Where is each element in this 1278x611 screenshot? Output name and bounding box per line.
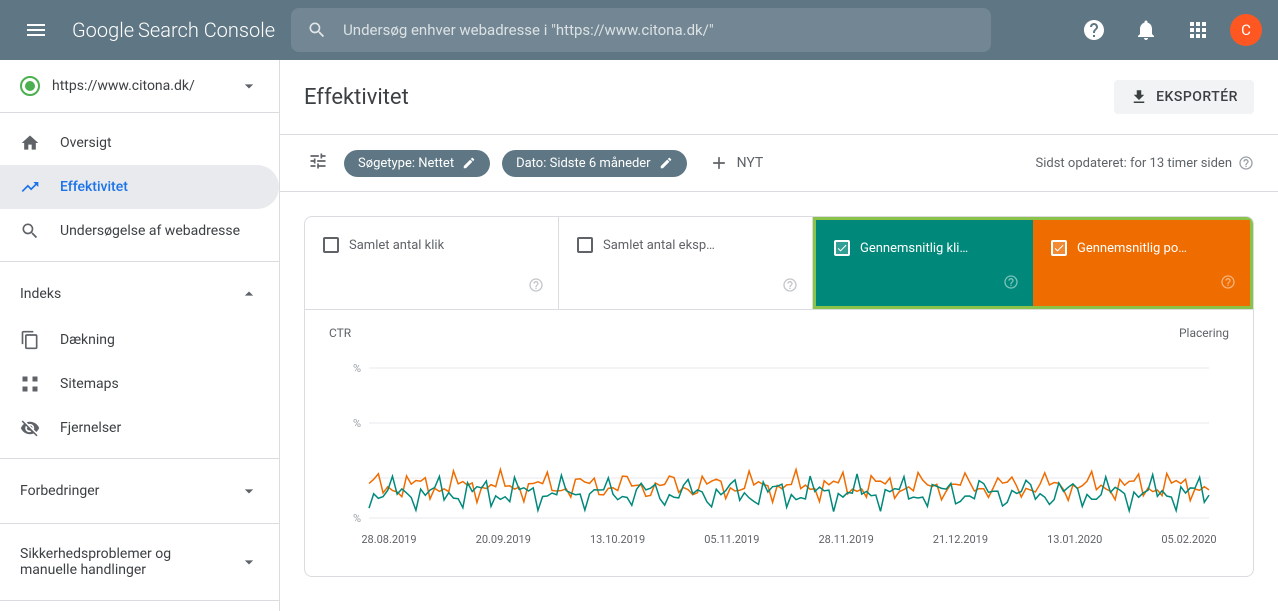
sidebar: https://www.citona.dk/ Oversigt Effektiv… xyxy=(0,60,280,611)
chart-left-axis-label: CTR xyxy=(329,326,351,340)
add-filter-button[interactable]: NYT xyxy=(699,147,774,179)
sidebar-section-index[interactable]: Indeks xyxy=(0,270,279,318)
main-content: Effektivitet EKSPORTÉR Søgetype: Nettet … xyxy=(280,60,1278,611)
metric-tab-position[interactable]: Gennemsnitlig po… xyxy=(1033,220,1250,306)
svg-text:13.10.2019: 13.10.2019 xyxy=(590,533,645,546)
hamburger-menu-icon[interactable] xyxy=(16,10,56,50)
help-outline-icon[interactable] xyxy=(1003,274,1019,294)
section-label: Indeks xyxy=(20,286,61,302)
chip-label: Søgetype: Nettet xyxy=(358,156,454,171)
trending-icon xyxy=(20,177,40,197)
export-label: EKSPORTÉR xyxy=(1156,89,1238,105)
search-icon xyxy=(20,221,40,241)
apps-icon[interactable] xyxy=(1178,10,1218,50)
download-icon xyxy=(1130,88,1148,106)
section-label: Sikkerhedsproblemer og manuelle handling… xyxy=(20,546,220,578)
nav-label: Effektivitet xyxy=(60,179,128,195)
highlighted-metrics: Gennemsnitlig kli… Gennemsnitlig po… xyxy=(813,217,1253,309)
performance-chart[interactable]: % % % 28.08.2019 20.09.2019 13.10.2019 05.1… xyxy=(329,348,1229,548)
sidebar-item-url-inspection[interactable]: Undersøgelse af webadresse xyxy=(0,209,279,253)
updated-label: Sidst opdateret: for 13 timer siden xyxy=(1036,156,1232,171)
topbar: Google Search Console C xyxy=(0,0,1278,60)
last-updated: Sidst opdateret: for 13 timer siden xyxy=(1036,155,1254,171)
nav-label: Oversigt xyxy=(60,135,112,151)
topbar-actions: C xyxy=(1074,10,1262,50)
visibility-off-icon xyxy=(20,418,40,438)
help-outline-icon[interactable] xyxy=(782,277,798,297)
chart-right-axis-label: Placering xyxy=(1179,326,1229,340)
main-header: Effektivitet EKSPORTÉR xyxy=(280,60,1278,135)
sidebar-item-overview[interactable]: Oversigt xyxy=(0,121,279,165)
property-favicon xyxy=(20,76,40,96)
property-url: https://www.citona.dk/ xyxy=(52,78,227,94)
chevron-down-icon xyxy=(239,76,259,96)
search-box[interactable] xyxy=(291,8,991,52)
sidebar-section-enhancements[interactable]: Forbedringer xyxy=(0,467,279,515)
filters-row: Søgetype: Nettet Dato: Sidste 6 måneder … xyxy=(280,135,1278,192)
notifications-icon[interactable] xyxy=(1126,10,1166,50)
sidebar-item-sitemaps[interactable]: Sitemaps xyxy=(0,362,279,406)
avatar[interactable]: C xyxy=(1230,14,1262,46)
svg-text:21.12.2019: 21.12.2019 xyxy=(933,533,988,546)
nav-label: Dækning xyxy=(60,332,115,348)
svg-text:05.11.2019: 05.11.2019 xyxy=(704,533,759,546)
product-logo: Google Search Console xyxy=(72,18,275,42)
property-selector[interactable]: https://www.citona.dk/ xyxy=(0,60,279,113)
filter-icon[interactable] xyxy=(304,147,332,179)
metric-tab-impressions[interactable]: Samlet antal eksp… xyxy=(559,217,813,309)
export-button[interactable]: EKSPORTÉR xyxy=(1114,80,1254,114)
help-outline-icon[interactable] xyxy=(1238,155,1254,171)
add-filter-label: NYT xyxy=(737,155,764,171)
search-icon xyxy=(307,20,327,40)
chart-area: CTR Placering % % % 28.08.2019 20.09.2019… xyxy=(305,310,1253,576)
chevron-down-icon xyxy=(239,552,259,572)
metric-label: Gennemsnitlig po… xyxy=(1077,241,1187,256)
svg-text:%: % xyxy=(353,362,361,375)
filter-chip-search-type[interactable]: Søgetype: Nettet xyxy=(344,150,490,177)
metric-label: Gennemsnitlig kli… xyxy=(860,241,968,256)
nav-label: Sitemaps xyxy=(60,376,119,392)
svg-text:28.08.2019: 28.08.2019 xyxy=(361,533,416,546)
metric-label: Samlet antal klik xyxy=(349,238,444,253)
nav-label: Fjernelser xyxy=(60,420,121,436)
section-label: Forbedringer xyxy=(20,483,99,499)
search-input[interactable] xyxy=(343,21,975,39)
page-title: Effektivitet xyxy=(304,85,409,110)
metric-tab-clicks[interactable]: Samlet antal klik xyxy=(305,217,559,309)
sidebar-item-removals[interactable]: Fjernelser xyxy=(0,406,279,450)
svg-text:%: % xyxy=(353,512,361,525)
help-outline-icon[interactable] xyxy=(528,277,544,297)
sidebar-item-performance[interactable]: Effektivitet xyxy=(0,165,279,209)
filter-chip-date[interactable]: Dato: Sidste 6 måneder xyxy=(502,150,687,177)
chevron-up-icon xyxy=(239,284,259,304)
performance-card: Samlet antal klik Samlet antal eksp… xyxy=(304,216,1254,577)
sidebar-section-security[interactable]: Sikkerhedsproblemer og manuelle handling… xyxy=(0,532,279,592)
metric-tab-ctr[interactable]: Gennemsnitlig kli… xyxy=(816,220,1033,306)
svg-text:20.09.2019: 20.09.2019 xyxy=(476,533,531,546)
sidebar-item-coverage[interactable]: Dækning xyxy=(0,318,279,362)
metric-label: Samlet antal eksp… xyxy=(603,238,715,253)
edit-icon xyxy=(659,156,673,170)
svg-text:05.02.2020: 05.02.2020 xyxy=(1161,533,1216,546)
home-icon xyxy=(20,133,40,153)
chip-label: Dato: Sidste 6 måneder xyxy=(516,156,651,171)
chevron-down-icon xyxy=(239,481,259,501)
checkbox-icon xyxy=(323,237,339,253)
logo-google-text: Google xyxy=(72,18,134,42)
plus-icon xyxy=(709,153,729,173)
help-icon[interactable] xyxy=(1074,10,1114,50)
help-outline-icon[interactable] xyxy=(1220,274,1236,294)
metrics-tabs: Samlet antal klik Samlet antal eksp… xyxy=(305,217,1253,310)
checkbox-icon xyxy=(577,237,593,253)
checkbox-checked-icon xyxy=(834,240,850,256)
checkbox-checked-icon xyxy=(1051,240,1067,256)
copy-icon xyxy=(20,330,40,350)
edit-icon xyxy=(462,156,476,170)
svg-text:28.11.2019: 28.11.2019 xyxy=(819,533,874,546)
nav-label: Undersøgelse af webadresse xyxy=(60,223,240,239)
logo-product-text: Search Console xyxy=(138,18,275,42)
svg-text:13.01.2020: 13.01.2020 xyxy=(1047,533,1102,546)
sitemap-icon xyxy=(20,374,40,394)
svg-text:%: % xyxy=(353,417,361,430)
